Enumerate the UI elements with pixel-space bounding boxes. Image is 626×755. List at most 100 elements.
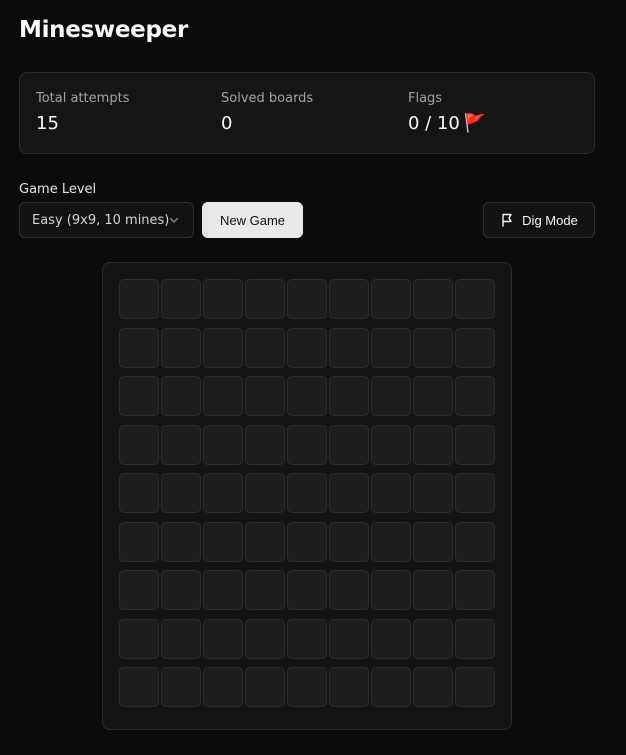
board-cell[interactable] xyxy=(329,424,369,465)
board-cell[interactable] xyxy=(329,521,369,562)
board-cell[interactable] xyxy=(413,424,453,465)
board-cell[interactable] xyxy=(371,618,411,659)
board-cell[interactable] xyxy=(455,521,495,562)
board-cell[interactable] xyxy=(119,424,159,465)
board-cell[interactable] xyxy=(161,327,201,368)
board-cell[interactable] xyxy=(287,521,327,562)
board-cell[interactable] xyxy=(161,570,201,610)
stat-flags: Flags 0 / 10 🚩 xyxy=(408,91,486,135)
board-cell[interactable] xyxy=(161,424,201,465)
board-cell[interactable] xyxy=(413,521,453,562)
board-cell[interactable] xyxy=(287,376,327,416)
board-cell[interactable] xyxy=(329,376,369,416)
stats-panel: Total attempts 15 Solved boards 0 Flags … xyxy=(19,72,595,154)
board-cell[interactable] xyxy=(455,570,495,610)
board-cell[interactable] xyxy=(245,618,285,659)
board-cell[interactable] xyxy=(245,473,285,513)
board-cell[interactable] xyxy=(413,473,453,513)
board-cell[interactable] xyxy=(329,473,369,513)
board-cell[interactable] xyxy=(245,376,285,416)
board-cell[interactable] xyxy=(161,667,201,707)
board-cell[interactable] xyxy=(413,667,453,707)
board-cell[interactable] xyxy=(245,667,285,707)
board-cell[interactable] xyxy=(119,327,159,368)
board-cell[interactable] xyxy=(203,667,243,707)
board-cell[interactable] xyxy=(203,327,243,368)
board-cell[interactable] xyxy=(455,424,495,465)
board-cell[interactable] xyxy=(203,473,243,513)
board-cell[interactable] xyxy=(413,618,453,659)
board-cell[interactable] xyxy=(413,279,453,319)
board-cell[interactable] xyxy=(371,279,411,319)
board-cell[interactable] xyxy=(161,473,201,513)
board-cell[interactable] xyxy=(203,570,243,610)
stat-label: Total attempts xyxy=(36,91,130,106)
board-cell[interactable] xyxy=(413,570,453,610)
board-cell[interactable] xyxy=(203,521,243,562)
board-cell[interactable] xyxy=(455,279,495,319)
board-cell[interactable] xyxy=(455,327,495,368)
board-cell[interactable] xyxy=(245,327,285,368)
flag-outline-icon xyxy=(502,213,512,227)
board-cell[interactable] xyxy=(161,376,201,416)
board-cell[interactable] xyxy=(119,618,159,659)
board-cell[interactable] xyxy=(329,327,369,368)
new-game-button[interactable]: New Game xyxy=(202,202,303,238)
stat-label: Solved boards xyxy=(221,91,314,106)
board-cell[interactable] xyxy=(371,327,411,368)
stat-total-attempts: Total attempts 15 xyxy=(36,91,129,135)
game-level-select[interactable]: Easy (9x9, 10 mines) xyxy=(19,202,194,238)
dig-mode-toggle[interactable]: Dig Mode xyxy=(483,202,595,238)
board-cell[interactable] xyxy=(161,279,201,319)
board-cell[interactable] xyxy=(371,424,411,465)
board-cell[interactable] xyxy=(119,667,159,707)
board-cell[interactable] xyxy=(455,618,495,659)
board-cell[interactable] xyxy=(455,376,495,416)
stat-value: 0 xyxy=(221,113,233,134)
board-cell[interactable] xyxy=(287,570,327,610)
board-cell[interactable] xyxy=(287,424,327,465)
red-flag-icon: 🚩 xyxy=(463,113,487,134)
game-board xyxy=(102,262,512,730)
board-cell[interactable] xyxy=(287,667,327,707)
board-cell[interactable] xyxy=(161,521,201,562)
board-cell[interactable] xyxy=(329,667,369,707)
board-cell[interactable] xyxy=(161,618,201,659)
board-cell[interactable] xyxy=(245,279,285,319)
board-grid xyxy=(119,279,495,707)
board-cell[interactable] xyxy=(371,376,411,416)
board-cell[interactable] xyxy=(119,279,159,319)
board-cell[interactable] xyxy=(119,473,159,513)
board-cell[interactable] xyxy=(329,618,369,659)
board-cell[interactable] xyxy=(245,521,285,562)
board-cell[interactable] xyxy=(203,279,243,319)
stat-label: Flags xyxy=(408,91,443,106)
page-title: Minesweeper xyxy=(19,17,188,43)
board-cell[interactable] xyxy=(371,570,411,610)
board-cell[interactable] xyxy=(413,327,453,368)
board-cell[interactable] xyxy=(245,570,285,610)
board-cell[interactable] xyxy=(287,618,327,659)
board-cell[interactable] xyxy=(413,376,453,416)
board-cell[interactable] xyxy=(203,424,243,465)
board-cell[interactable] xyxy=(119,376,159,416)
board-cell[interactable] xyxy=(203,618,243,659)
chevron-down-icon xyxy=(169,217,179,223)
flags-count: 0 / 10 xyxy=(408,113,460,134)
board-cell[interactable] xyxy=(287,327,327,368)
board-cell[interactable] xyxy=(329,570,369,610)
board-cell[interactable] xyxy=(455,667,495,707)
board-cell[interactable] xyxy=(371,521,411,562)
board-cell[interactable] xyxy=(119,521,159,562)
board-cell[interactable] xyxy=(371,667,411,707)
board-cell[interactable] xyxy=(329,279,369,319)
board-cell[interactable] xyxy=(287,473,327,513)
board-cell[interactable] xyxy=(455,473,495,513)
board-cell[interactable] xyxy=(287,279,327,319)
game-level-label: Game Level xyxy=(19,182,97,197)
board-cell[interactable] xyxy=(245,424,285,465)
stat-solved-boards: Solved boards 0 xyxy=(221,91,313,135)
board-cell[interactable] xyxy=(371,473,411,513)
board-cell[interactable] xyxy=(203,376,243,416)
board-cell[interactable] xyxy=(119,570,159,610)
